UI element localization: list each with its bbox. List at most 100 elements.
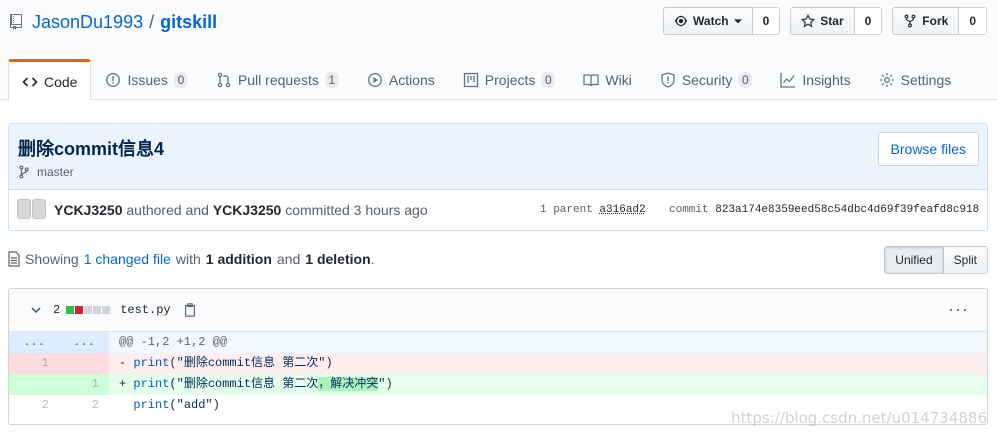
- shield-icon: [661, 72, 675, 88]
- toc-and: and: [276, 251, 301, 267]
- diffstat-block: [84, 306, 93, 314]
- old-line-number[interactable]: 2: [9, 395, 59, 416]
- star-group: Star 0: [790, 7, 883, 35]
- browse-files-button[interactable]: Browse files: [877, 132, 979, 166]
- commit-label: commit: [669, 204, 709, 216]
- tab-pull-requests[interactable]: Pull requests 1: [202, 59, 353, 100]
- play-icon: [367, 73, 382, 87]
- code-string: "删除commit信息 第二次: [176, 377, 319, 391]
- file-name[interactable]: test.py: [120, 303, 170, 317]
- tab-settings-label: Settings: [900, 72, 952, 88]
- commit-branch[interactable]: master: [18, 165, 74, 179]
- commit-title: 删除commit信息4: [18, 139, 165, 159]
- repo-header: JasonDu1993 / gitskill Watch 0 Star 0 Fo…: [0, 0, 997, 101]
- code-fn: print: [133, 398, 170, 412]
- hunk-expand-old[interactable]: ...: [9, 332, 59, 353]
- code-fn: print: [133, 356, 170, 370]
- tab-wiki-label: Wiki: [605, 72, 632, 88]
- tab-projects-label: Projects: [484, 72, 536, 88]
- diffstat-block: [102, 306, 111, 314]
- graph-icon: [780, 73, 796, 88]
- diffstat-block: [75, 306, 84, 314]
- branch-icon: [19, 165, 29, 179]
- commit-sha[interactable]: 823a174e8359eed58c54dbc4d69f39feafd8c918: [715, 204, 979, 216]
- file-header: 2 test.py ···: [9, 289, 987, 332]
- split-button[interactable]: Split: [943, 246, 988, 274]
- gear-icon: [879, 73, 894, 87]
- tab-code[interactable]: Code: [8, 59, 92, 101]
- fork-label: Fork: [922, 14, 949, 28]
- code-paren-open: (: [169, 398, 177, 412]
- issues-counter: 0: [173, 72, 188, 88]
- authored-text: authored and: [126, 202, 209, 218]
- file-icon: [8, 251, 20, 267]
- repo-nav: Code Issues 0 Pull requests 1 Actions Pr…: [8, 59, 966, 101]
- tab-insights[interactable]: Insights: [766, 59, 864, 100]
- file-more-icon[interactable]: ···: [948, 299, 969, 320]
- parent-sha-block: 1 parent a316ad2: [540, 204, 646, 216]
- commit-authorship: YCKJ3250 authored and YCKJ3250 committed…: [54, 202, 428, 218]
- additions-count: 1 addition: [205, 251, 272, 267]
- hunk-expand-new[interactable]: ...: [59, 332, 109, 353]
- code-paren-open: (: [169, 356, 177, 370]
- file-change-count: 2: [53, 303, 61, 317]
- repo-separator: /: [149, 11, 155, 32]
- star-button[interactable]: Star: [790, 7, 855, 35]
- diff-line-addition: 1 + print("删除commit信息 第二次，解决冲突"): [9, 374, 987, 395]
- diff-line-deletion: 1 - print("删除commit信息 第二次"): [9, 353, 987, 374]
- unified-button[interactable]: Unified: [884, 246, 944, 274]
- tab-settings[interactable]: Settings: [865, 59, 966, 100]
- deletions-count: 1 deletion: [305, 251, 371, 267]
- author-link[interactable]: YCKJ3250: [54, 202, 123, 218]
- tab-security[interactable]: Security 0: [646, 59, 767, 100]
- toc-showing: Showing: [25, 251, 79, 267]
- caret-down-icon: [733, 19, 742, 24]
- committer-link[interactable]: YCKJ3250: [213, 202, 282, 218]
- chevron-down-icon[interactable]: [29, 303, 43, 317]
- pull-request-icon: [217, 72, 231, 88]
- project-icon: [463, 72, 478, 88]
- watch-count[interactable]: 0: [752, 7, 781, 35]
- fork-count[interactable]: 0: [959, 7, 987, 35]
- tab-actions-label: Actions: [388, 72, 435, 88]
- code-string: "删除commit信息 第二次": [176, 356, 326, 370]
- commit-sha-block: commit 823a174e8359eed58c54dbc4d69f39fea…: [669, 204, 979, 216]
- tab-security-label: Security: [681, 72, 733, 88]
- avatar[interactable]: [17, 199, 47, 219]
- branch-name: master: [37, 165, 74, 179]
- diffstat-block: [66, 306, 75, 314]
- commit-title-area: 删除commit信息4 master Browse files: [9, 124, 987, 190]
- hunk-header-row: ... ... @@ -1,2 +1,2 @@: [9, 332, 987, 353]
- line-prefix: [119, 398, 133, 412]
- issue-icon: [106, 73, 121, 87]
- parent-label: 1 parent: [540, 204, 593, 216]
- tab-wiki[interactable]: Wiki: [569, 59, 645, 100]
- repo-title: JasonDu1993 / gitskill: [10, 10, 217, 34]
- repo-name-link[interactable]: gitskill: [160, 12, 217, 33]
- new-line-number[interactable]: 1: [59, 374, 109, 395]
- diffstat: [66, 306, 111, 314]
- line-code: - print("删除commit信息 第二次"): [109, 353, 987, 374]
- tab-projects[interactable]: Projects 0: [449, 59, 570, 100]
- fork-button[interactable]: Fork: [892, 7, 960, 35]
- line-prefix: +: [119, 377, 134, 391]
- star-count[interactable]: 0: [854, 7, 883, 35]
- watermark: https://blog.csdn.net/u014734886: [731, 409, 987, 427]
- watch-button[interactable]: Watch: [663, 7, 753, 35]
- parent-sha-link[interactable]: a316ad2: [599, 204, 645, 216]
- book-icon: [583, 74, 600, 87]
- line-prefix: -: [119, 356, 134, 370]
- clipboard-icon[interactable]: [183, 303, 197, 317]
- tab-pull-requests-label: Pull requests: [237, 72, 319, 88]
- tab-issues[interactable]: Issues 0: [91, 59, 201, 100]
- projects-counter: 0: [541, 72, 556, 88]
- tab-actions[interactable]: Actions: [353, 59, 449, 100]
- watch-group: Watch 0: [663, 7, 781, 35]
- repo-icon: [10, 13, 24, 31]
- new-line-number[interactable]: 2: [59, 395, 109, 416]
- repo-owner-link[interactable]: JasonDu1993: [32, 12, 143, 33]
- star-label: Star: [820, 14, 844, 28]
- changed-files-link[interactable]: 1 changed file: [84, 251, 171, 267]
- code-string-highlight: ，解决冲突: [318, 377, 379, 391]
- old-line-number[interactable]: 1: [9, 353, 59, 374]
